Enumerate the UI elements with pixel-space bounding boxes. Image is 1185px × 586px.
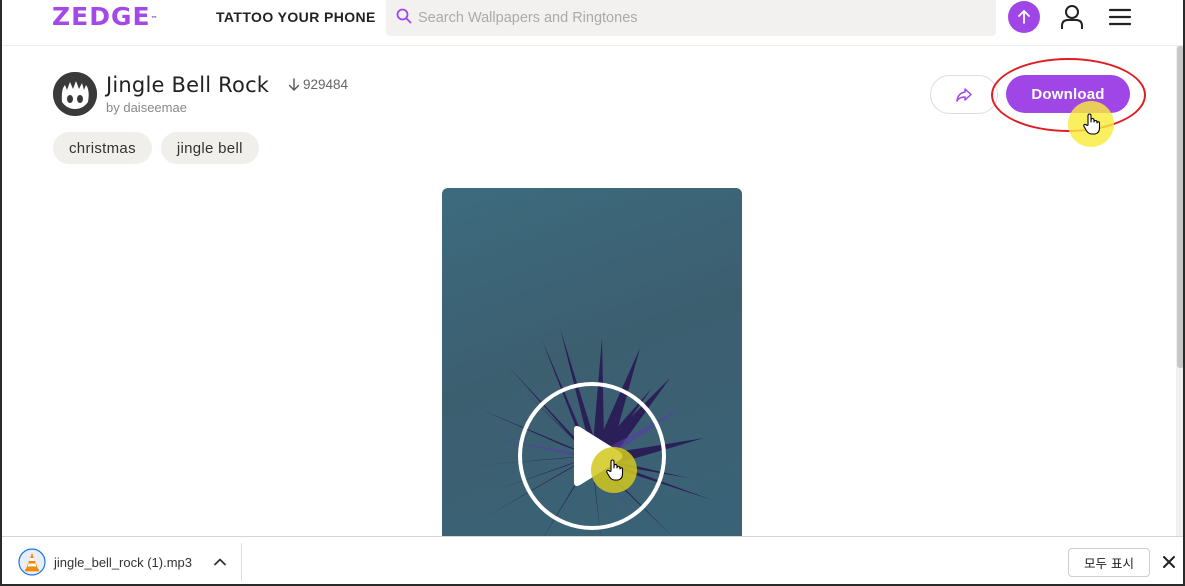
download-count-value: 929484 <box>303 77 349 92</box>
share-icon <box>956 87 972 102</box>
vlc-cone-icon <box>18 548 46 576</box>
logo-text: ZEDGE <box>52 2 151 31</box>
author-link[interactable]: by daiseemae <box>106 100 187 115</box>
tag-list: christmas jingle bell <box>53 132 259 164</box>
download-count: 929484 <box>288 77 348 92</box>
cursor-highlight-play <box>591 447 637 493</box>
close-icon[interactable] <box>1162 555 1176 569</box>
play-button[interactable] <box>518 382 666 530</box>
download-shelf: jingle_bell_rock (1).mp3 모두 표시 <box>2 536 1183 584</box>
hand-cursor-icon <box>606 459 624 481</box>
search-icon <box>396 8 412 24</box>
user-icon[interactable] <box>1060 4 1084 30</box>
tag-christmas[interactable]: christmas <box>53 132 152 164</box>
scrollbar-thumb[interactable] <box>1177 46 1183 368</box>
chevron-up-icon[interactable] <box>212 554 228 570</box>
logo-trademark: ™ <box>150 15 158 23</box>
hamburger-menu-icon[interactable] <box>1108 6 1132 28</box>
zedge-logo[interactable]: ZEDGE™ <box>52 3 158 31</box>
search-input[interactable] <box>418 8 978 28</box>
download-filename: jingle_bell_rock (1).mp3 <box>54 554 193 570</box>
show-all-button[interactable]: 모두 표시 <box>1068 548 1150 577</box>
author-avatar[interactable] <box>53 72 97 116</box>
ringtone-preview[interactable] <box>442 188 742 548</box>
site-tagline: TATTOO YOUR PHONE <box>216 9 376 25</box>
share-button[interactable] <box>930 75 998 114</box>
play-icon <box>574 426 623 486</box>
search-bar[interactable] <box>386 0 996 36</box>
tag-jingle-bell[interactable]: jingle bell <box>160 132 259 164</box>
cursor-highlight <box>1068 101 1114 147</box>
download-item[interactable]: jingle_bell_rock (1).mp3 <box>10 545 242 579</box>
divider <box>241 543 242 581</box>
arrow-up-icon <box>1018 10 1030 24</box>
hand-cursor-icon <box>1083 113 1101 135</box>
site-header: ZEDGE™ TATTOO YOUR PHONE <box>2 0 1183 46</box>
download-arrow-icon <box>288 77 300 91</box>
download-button[interactable]: Download <box>1006 75 1130 113</box>
avatar-mascot-icon <box>53 72 97 116</box>
item-title: Jingle Bell Rock <box>106 73 270 97</box>
browser-viewport: ZEDGE™ TATTOO YOUR PHONE Search Wallpape… <box>0 0 1185 586</box>
page-scrollbar[interactable] <box>1176 46 1183 536</box>
upload-button[interactable] <box>1008 1 1040 33</box>
